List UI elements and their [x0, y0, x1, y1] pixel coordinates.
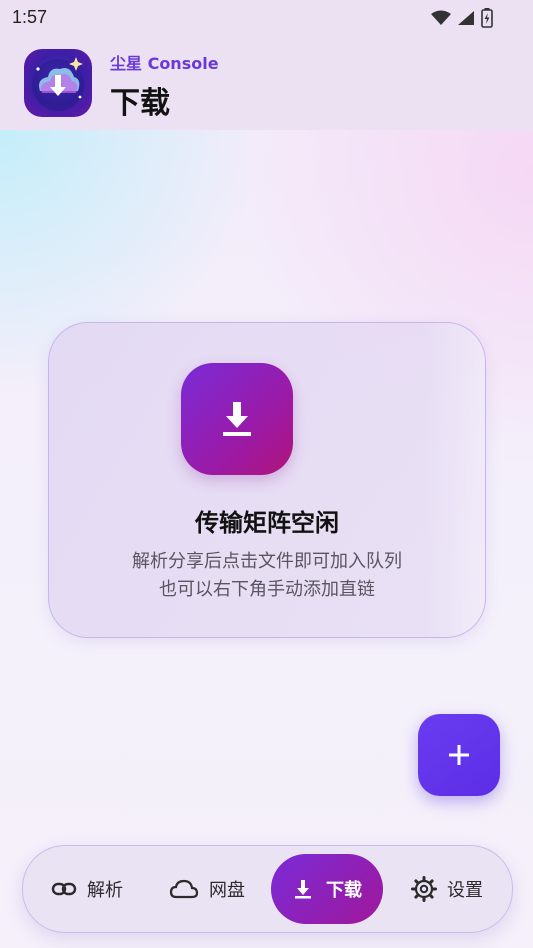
- nav-item-settings[interactable]: 设置: [411, 846, 483, 932]
- cloud-download-logo-icon: [32, 57, 84, 111]
- nav-label-parse: 解析: [87, 880, 123, 901]
- gear-icon: [411, 876, 437, 902]
- nav-label-download: 下载: [326, 880, 362, 901]
- nav-item-parse[interactable]: 解析: [51, 846, 123, 932]
- battery-charging-icon: [481, 8, 493, 28]
- app-subtitle: 尘星 Console: [110, 54, 219, 73]
- empty-state-card: 传输矩阵空闲 解析分享后点击文件即可加入队列 也可以右下角手动添加直链: [48, 322, 486, 638]
- status-time: 1:57: [12, 7, 48, 27]
- nav-item-download[interactable]: 下载: [271, 854, 383, 924]
- app-logo: [24, 49, 92, 117]
- app-header: 尘星 Console 下载: [0, 36, 533, 130]
- cloud-icon: [169, 879, 199, 899]
- signal-icon: [458, 11, 474, 25]
- empty-state-title: 传输矩阵空闲: [195, 509, 339, 537]
- empty-state-icon-tile: [181, 363, 293, 475]
- download-icon: [223, 402, 251, 436]
- link-icon: [51, 882, 77, 896]
- plus-icon: [449, 745, 469, 765]
- nav-label-netdisk: 网盘: [209, 880, 245, 901]
- empty-state-line-2: 也可以右下角手动添加直链: [159, 579, 375, 600]
- status-icons: [431, 8, 493, 28]
- nav-item-netdisk[interactable]: 网盘: [169, 846, 245, 932]
- empty-state-line-1: 解析分享后点击文件即可加入队列: [132, 551, 402, 572]
- status-bar: 1:57: [0, 0, 533, 36]
- add-link-button[interactable]: [418, 714, 500, 796]
- nav-label-settings: 设置: [447, 880, 483, 901]
- wifi-icon: [431, 10, 451, 25]
- download-icon: [295, 880, 311, 899]
- page-title: 下载: [110, 86, 170, 121]
- bottom-navigation: 解析 网盘 下载 设置: [22, 845, 513, 933]
